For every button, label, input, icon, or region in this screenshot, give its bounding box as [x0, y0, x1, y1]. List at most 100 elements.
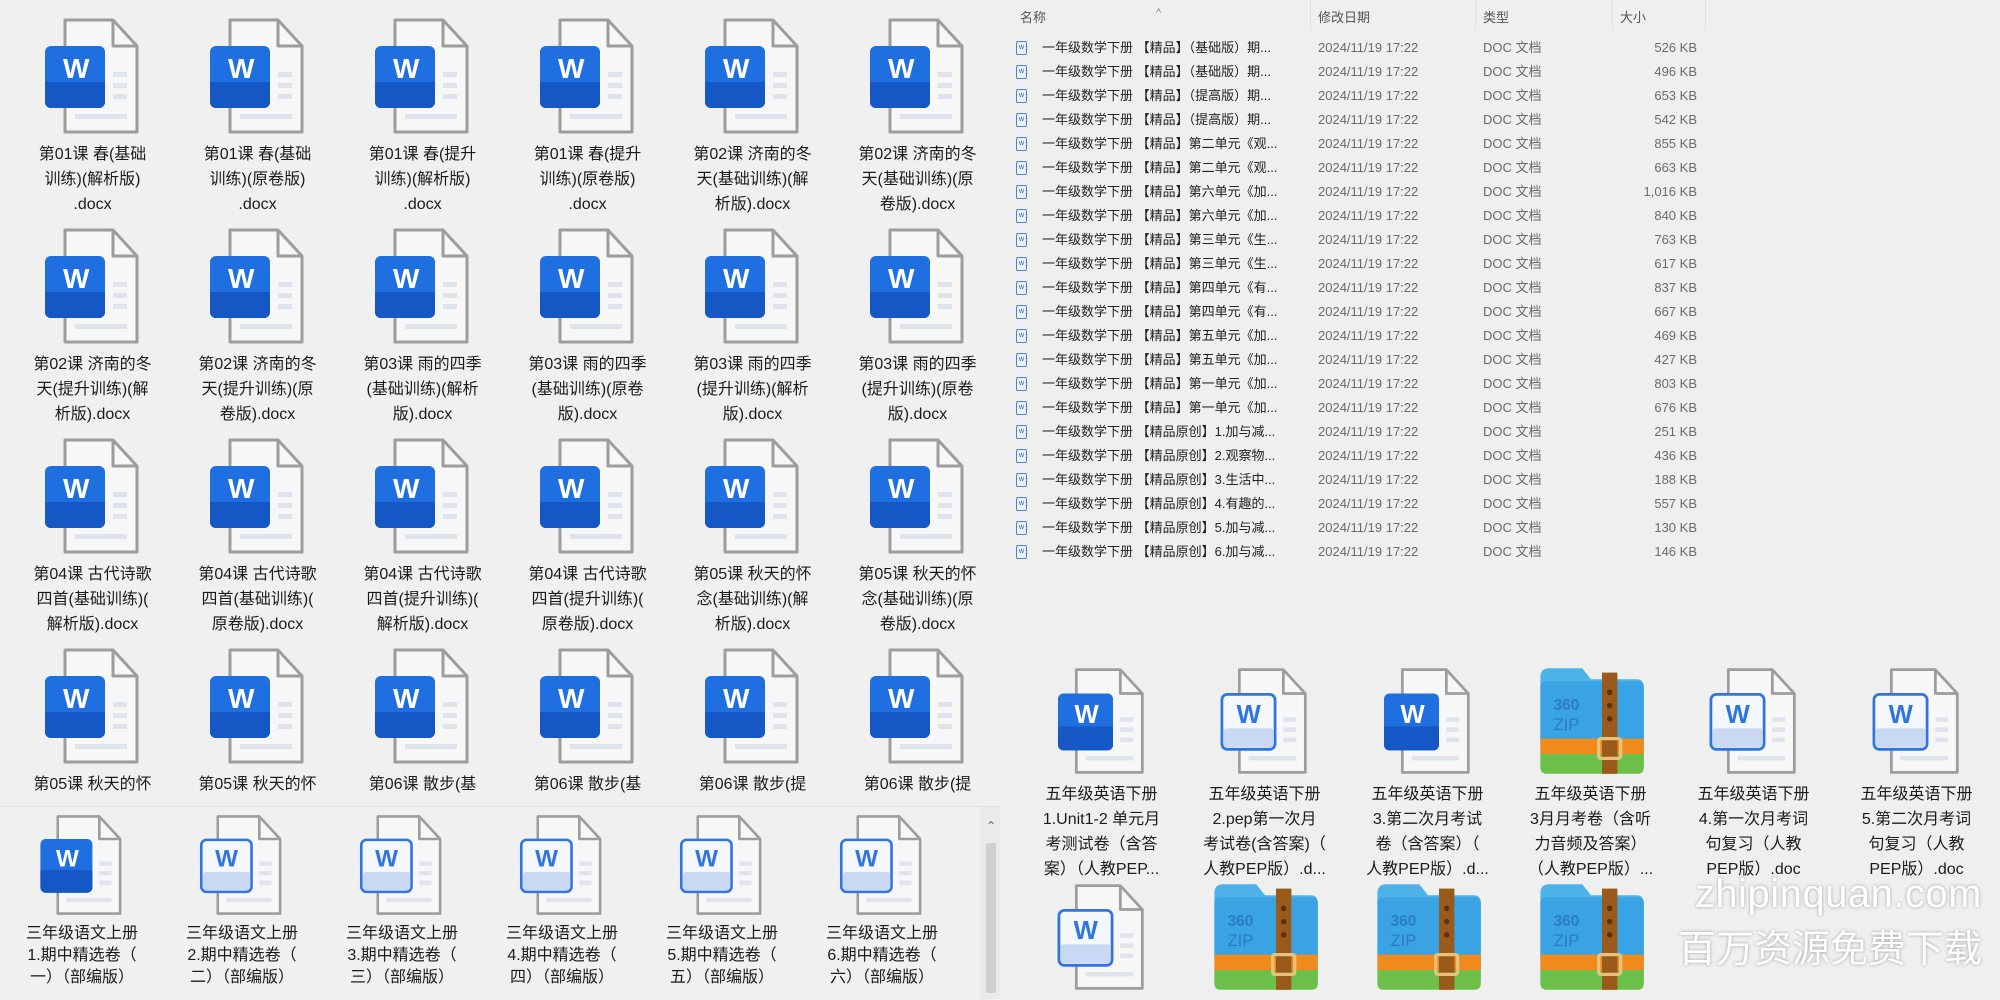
- watermark-domain: zhipinquan.com: [1694, 872, 1982, 916]
- zip-file-item[interactable]: 360 ZIP: [1509, 882, 1672, 992]
- vertical-scrollbar[interactable]: ⌃: [980, 807, 1000, 999]
- doc-file-item[interactable]: W 第04课 古代诗歌 四首(提升训练)( 解析版).docx: [340, 434, 505, 637]
- doc-file-item[interactable]: W 五年级英语下册 1.Unit1-2 单元月 考测试卷（含答 案）（人教PEP.…: [1020, 666, 1183, 882]
- doc-file-item[interactable]: W 第06课 散步(提: [670, 644, 835, 797]
- doc-file-item[interactable]: W 第01课 春(提升 训练)(原卷版) .docx: [505, 14, 670, 217]
- svg-text:W: W: [228, 53, 255, 84]
- doc-file-item[interactable]: W 五年级英语下册 3.第二次月考试 卷（含答案）（ 人教PEP版）.d...: [1346, 666, 1509, 882]
- file-row[interactable]: w 一年级数学下册 【精品】（基础版）期... 2024/11/19 17:22 DO…: [1000, 36, 2000, 60]
- column-header-name[interactable]: 名称: [1020, 7, 1046, 26]
- word-document-icon: W: [702, 434, 804, 556]
- doc-file-item[interactable]: W 第04课 古代诗歌 四首(提升训练)( 原卷版).docx: [505, 434, 670, 637]
- doc-file-item[interactable]: W 第05课 秋天的怀 念(基础训练)(解 析版).docx: [670, 434, 835, 637]
- column-divider[interactable]: [1612, 0, 1613, 30]
- word-file-icon: w: [1016, 41, 1027, 55]
- doc-file-item[interactable]: W 五年级英语下册 5.第二次月考词 句复习（人教 PEP版）.doc: [1835, 666, 1998, 882]
- svg-text:W: W: [56, 846, 79, 873]
- doc-file-item[interactable]: W 三年级语文上册 6.期中精选卷（ 六）（部编版）: [802, 811, 962, 989]
- file-row[interactable]: w 一年级数学下册 【精品】第一单元《加... 2024/11/19 17:22 DO…: [1000, 396, 2000, 420]
- doc-file-item[interactable]: W 第02课 济南的冬 天(基础训练)(原 卷版).docx: [835, 14, 1000, 217]
- word-document-icon: W: [702, 224, 804, 346]
- doc-file-item[interactable]: W 第02课 济南的冬 天(提升训练)(解 析版).docx: [10, 224, 175, 427]
- file-row[interactable]: w 一年级数学下册 【精品原创】1.加与减... 2024/11/19 17:22 D…: [1000, 420, 2000, 444]
- scroll-up-arrow-icon[interactable]: ⌃: [986, 819, 996, 833]
- doc-file-item[interactable]: W 第05课 秋天的怀: [10, 644, 175, 797]
- zip-file-item[interactable]: 360 ZIP: [1183, 882, 1346, 992]
- doc-file-item[interactable]: W 五年级英语下册 4.第一次月考词 句复习（人教 PEP版）.doc: [1672, 666, 1835, 882]
- file-row[interactable]: w 一年级数学下册 【精品原创】4.有趣的... 2024/11/19 17:22 D…: [1000, 492, 2000, 516]
- word-file-icon: w: [1016, 401, 1027, 415]
- doc-file-item[interactable]: W 第03课 雨的四季 (基础训练)(解析 版).docx: [340, 224, 505, 427]
- doc-file-item[interactable]: W 三年级语文上册 5.期中精选卷（ 五）（部编版）: [642, 811, 802, 989]
- doc-file-item[interactable]: W 第01课 春(基础 训练)(解析版) .docx: [10, 14, 175, 217]
- svg-text:W: W: [228, 683, 255, 714]
- file-row[interactable]: w 一年级数学下册 【精品】第四单元《有... 2024/11/19 17:22 DO…: [1000, 276, 2000, 300]
- svg-text:W: W: [63, 683, 90, 714]
- doc-file-item[interactable]: W 第05课 秋天的怀: [175, 644, 340, 797]
- file-row[interactable]: w 一年级数学下册 【精品原创】3.生活中... 2024/11/19 17:22 D…: [1000, 468, 2000, 492]
- file-name-label: 第02课 济南的冬 天(基础训练)(解 析版).docx: [693, 146, 812, 213]
- column-header-date[interactable]: 修改日期: [1318, 7, 1370, 26]
- doc-file-item[interactable]: W 第05课 秋天的怀 念(基础训练)(原 卷版).docx: [835, 434, 1000, 637]
- doc-file-item[interactable]: W 第03课 雨的四季 (提升训练)(原卷 版).docx: [835, 224, 1000, 427]
- doc-file-item[interactable]: W 第04课 古代诗歌 四首(基础训练)( 解析版).docx: [10, 434, 175, 637]
- file-row[interactable]: w 一年级数学下册 【精品】第六单元《加... 2024/11/19 17:22 DO…: [1000, 180, 2000, 204]
- scrollbar-thumb[interactable]: [986, 843, 996, 993]
- svg-text:ZIP: ZIP: [1390, 932, 1416, 950]
- column-divider[interactable]: [1475, 0, 1476, 30]
- word-document-icon: W: [867, 434, 969, 556]
- column-divider[interactable]: [1705, 0, 1706, 30]
- file-row[interactable]: w 一年级数学下册 【精品】（提高版）期... 2024/11/19 17:22 DO…: [1000, 108, 2000, 132]
- file-row[interactable]: w 一年级数学下册 【精品原创】6.加与减... 2024/11/19 17:22 D…: [1000, 540, 2000, 564]
- doc-file-item[interactable]: W 三年级语文上册 4.期中精选卷（ 四）（部编版）: [482, 811, 642, 989]
- file-modified-date: 2024/11/19 17:22: [1318, 448, 1419, 463]
- doc-file-item[interactable]: W 第04课 古代诗歌 四首(基础训练)( 原卷版).docx: [175, 434, 340, 637]
- zip-file-item[interactable]: 360 ZIP 五年级英语下册 3月月考卷（含听 力音频及答案） （人教PEP版）.…: [1509, 666, 1672, 882]
- file-modified-date: 2024/11/19 17:22: [1318, 328, 1419, 343]
- doc-file-item[interactable]: W 三年级语文上册 3.期中精选卷（ 三）（部编版）: [322, 811, 482, 989]
- doc-file-item[interactable]: W 第03课 雨的四季 (基础训练)(原卷 版).docx: [505, 224, 670, 427]
- file-type: DOC 文档: [1483, 544, 1542, 559]
- file-size: 526 KB: [1654, 40, 1697, 55]
- word-document-icon: W: [372, 224, 474, 346]
- file-row[interactable]: w 一年级数学下册 【精品】第六单元《加... 2024/11/19 17:22 DO…: [1000, 204, 2000, 228]
- doc-file-item[interactable]: W 第02课 济南的冬 天(提升训练)(原 卷版).docx: [175, 224, 340, 427]
- doc-file-item[interactable]: W 第06课 散步(提: [835, 644, 1000, 797]
- file-row[interactable]: w 一年级数学下册 【精品】（提高版）期... 2024/11/19 17:22 DO…: [1000, 84, 2000, 108]
- file-row[interactable]: w 一年级数学下册 【精品原创】5.加与减... 2024/11/19 17:22 D…: [1000, 516, 2000, 540]
- file-row[interactable]: w 一年级数学下册 【精品】第四单元《有... 2024/11/19 17:22 DO…: [1000, 300, 2000, 324]
- doc-file-item[interactable]: W: [1020, 882, 1183, 992]
- doc-file-item[interactable]: W 第01课 春(基础 训练)(原卷版) .docx: [175, 14, 340, 217]
- file-name: 一年级数学下册 【精品】第二单元《观...: [1042, 160, 1278, 175]
- file-row[interactable]: w 一年级数学下册 【精品】第一单元《加... 2024/11/19 17:22 DO…: [1000, 372, 2000, 396]
- file-row[interactable]: w 一年级数学下册 【精品】第五单元《加... 2024/11/19 17:22 DO…: [1000, 348, 2000, 372]
- word-file-icon: w: [1016, 521, 1027, 535]
- doc-file-item[interactable]: W 第06课 散步(基: [340, 644, 505, 797]
- word-file-icon: w: [1016, 113, 1027, 127]
- file-row[interactable]: w 一年级数学下册 【精品】第二单元《观... 2024/11/19 17:22 DO…: [1000, 132, 2000, 156]
- file-name-label: 三年级语文上册 1.期中精选卷（ 一）（部编版）: [25, 925, 138, 986]
- column-divider[interactable]: [1310, 0, 1311, 30]
- file-row[interactable]: w 一年级数学下册 【精品】第三单元《生... 2024/11/19 17:22 DO…: [1000, 252, 2000, 276]
- doc-file-item[interactable]: W 第02课 济南的冬 天(基础训练)(解 析版).docx: [670, 14, 835, 217]
- column-header-size[interactable]: 大小: [1620, 7, 1646, 26]
- file-row[interactable]: w 一年级数学下册 【精品原创】2.观察物... 2024/11/19 17:22 D…: [1000, 444, 2000, 468]
- file-row[interactable]: w 一年级数学下册 【精品】第五单元《加... 2024/11/19 17:22 DO…: [1000, 324, 2000, 348]
- svg-text:W: W: [723, 263, 750, 294]
- word-document-icon: W: [42, 434, 144, 556]
- file-size: 617 KB: [1654, 256, 1697, 271]
- column-header-type[interactable]: 类型: [1483, 7, 1509, 26]
- svg-text:360: 360: [1553, 913, 1579, 930]
- doc-file-item[interactable]: W 五年级英语下册 2.pep第一次月 考试卷(含答案)（ 人教PEP版）.d..…: [1183, 666, 1346, 882]
- doc-file-item[interactable]: W 三年级语文上册 1.期中精选卷（ 一）（部编版）: [2, 811, 162, 989]
- doc-file-item[interactable]: W 三年级语文上册 2.期中精选卷（ 二）（部编版）: [162, 811, 322, 989]
- file-row[interactable]: w 一年级数学下册 【精品】第三单元《生... 2024/11/19 17:22 DO…: [1000, 228, 2000, 252]
- file-modified-date: 2024/11/19 17:22: [1318, 280, 1419, 295]
- svg-text:W: W: [1236, 701, 1261, 729]
- file-row[interactable]: w 一年级数学下册 【精品】（基础版）期... 2024/11/19 17:22 DO…: [1000, 60, 2000, 84]
- zip-file-item[interactable]: 360 ZIP: [1346, 882, 1509, 992]
- doc-file-item[interactable]: W 第06课 散步(基: [505, 644, 670, 797]
- doc-file-item[interactable]: W 第01课 春(提升 训练)(解析版) .docx: [340, 14, 505, 217]
- file-row[interactable]: w 一年级数学下册 【精品】第二单元《观... 2024/11/19 17:22 DO…: [1000, 156, 2000, 180]
- doc-file-item[interactable]: W 第03课 雨的四季 (提升训练)(解析 版).docx: [670, 224, 835, 427]
